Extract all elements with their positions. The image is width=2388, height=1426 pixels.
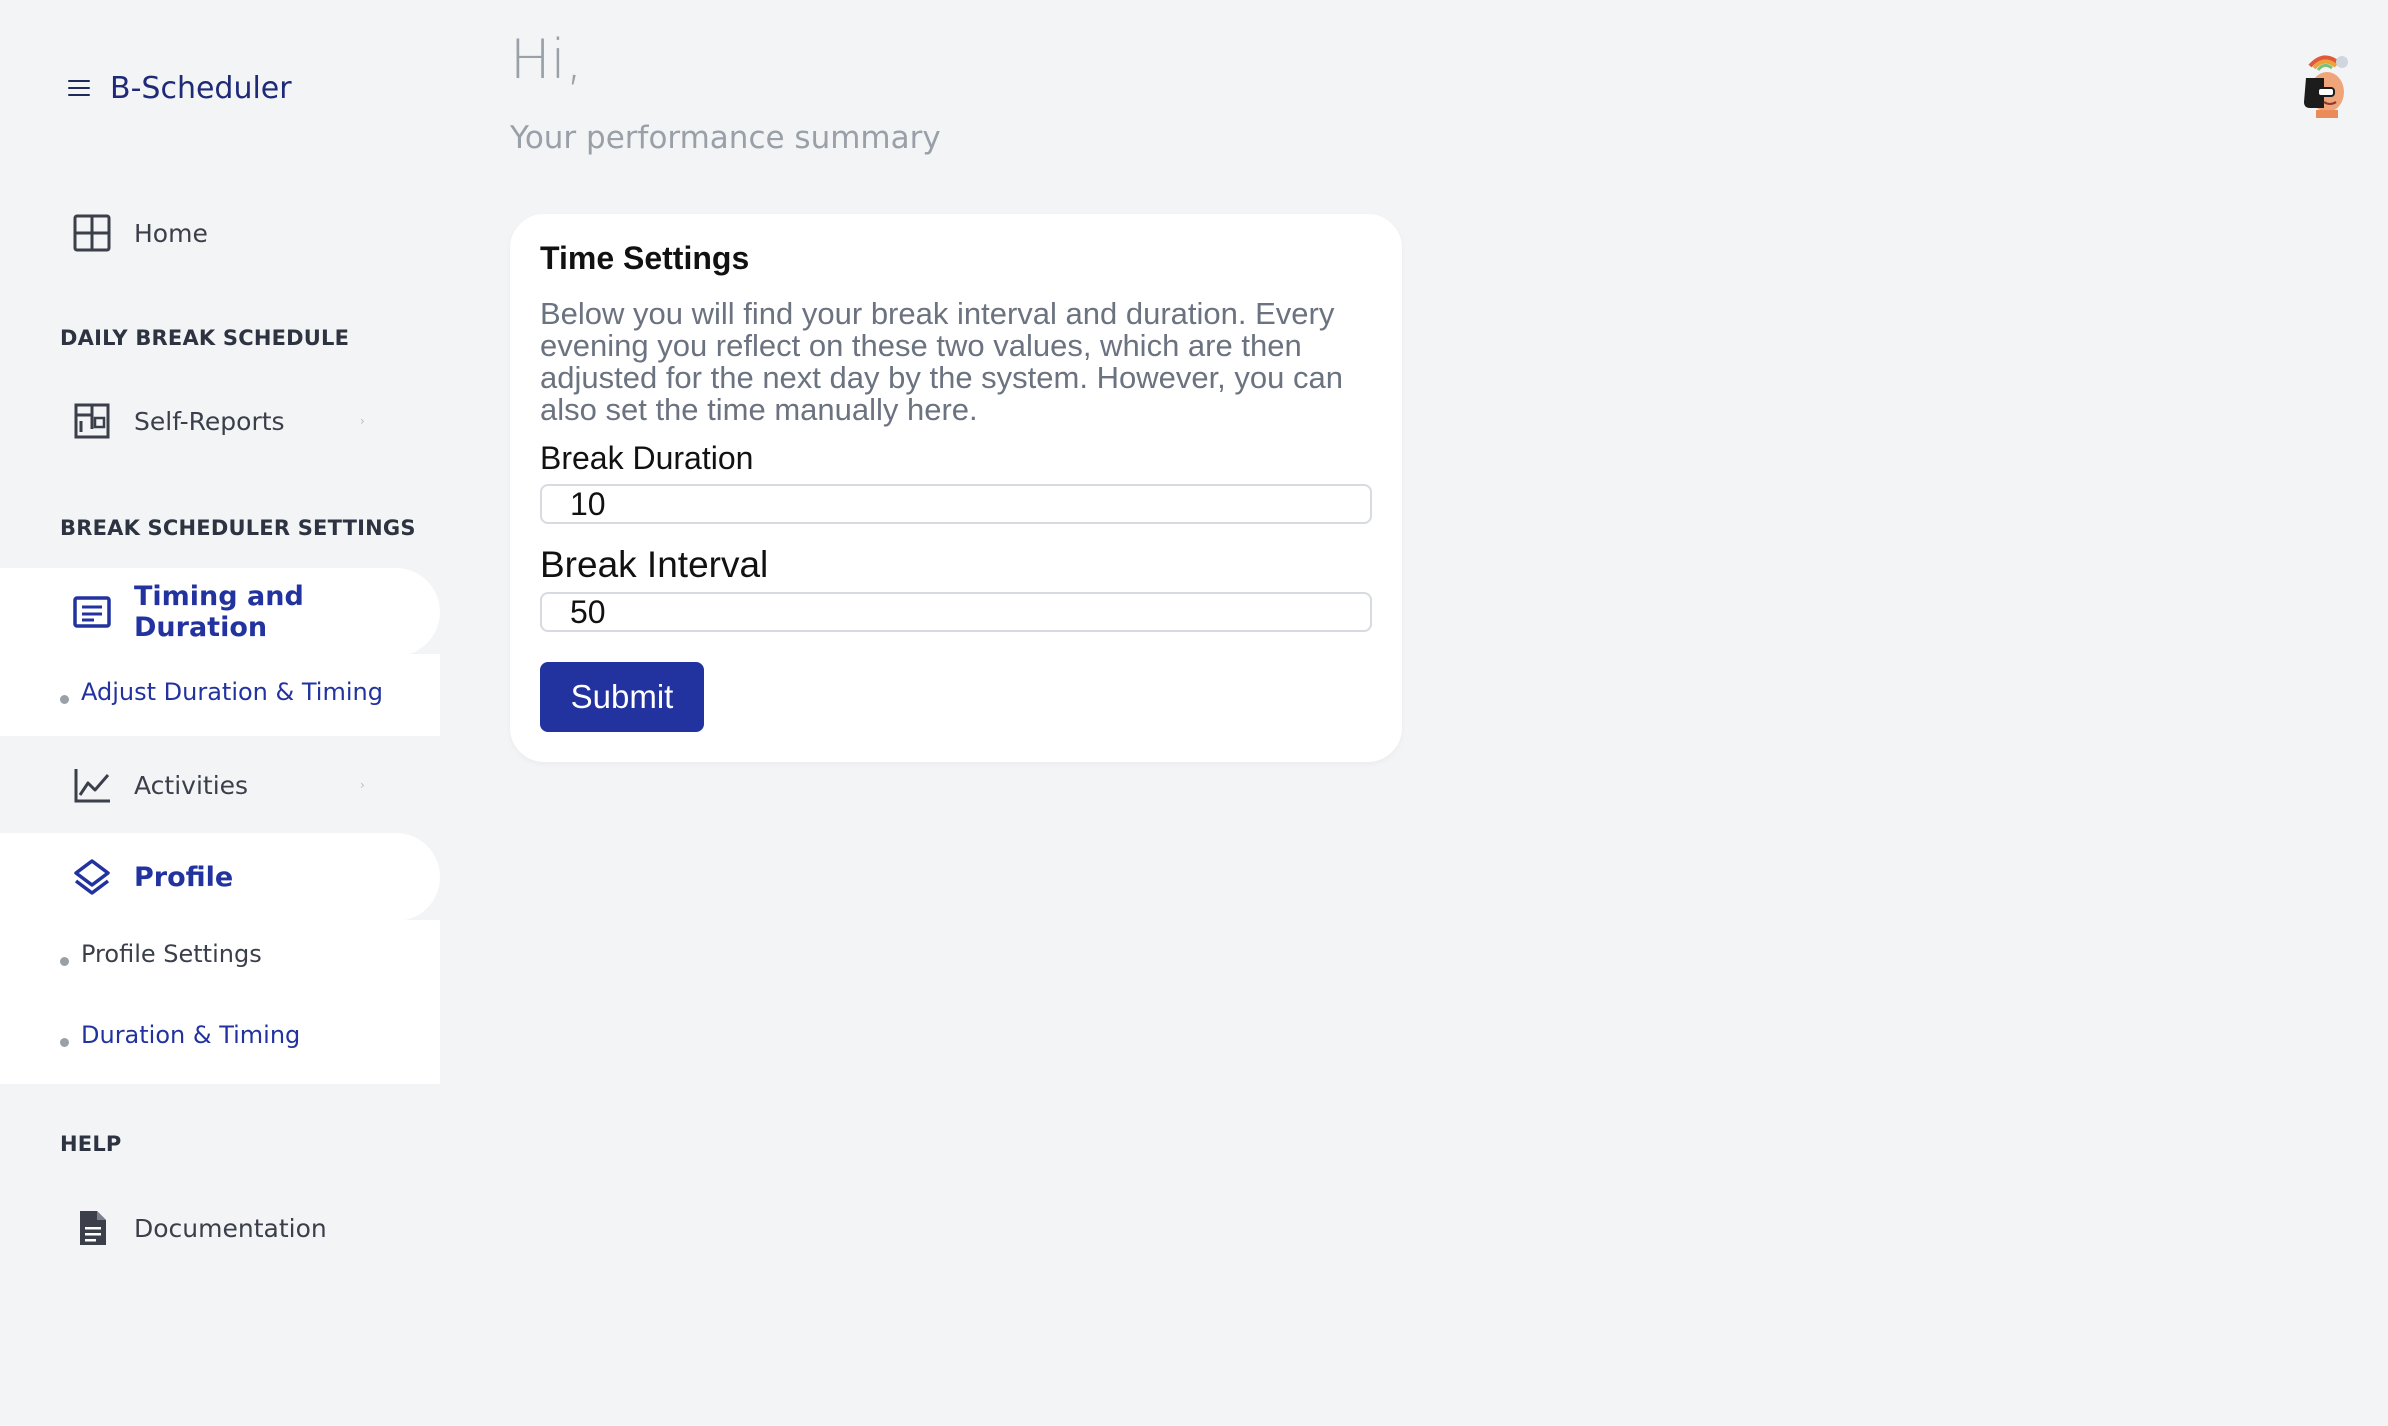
- sidebar-item-documentation[interactable]: Documentation: [0, 1185, 440, 1271]
- submit-button[interactable]: Submit: [540, 662, 704, 732]
- page-subtitle: Your performance summary: [510, 120, 941, 156]
- break-interval-input[interactable]: [540, 592, 1372, 632]
- sidebar-item-label: Activities: [134, 770, 249, 800]
- sidebar-item-label: Self-Reports: [134, 406, 285, 436]
- sidebar-item-label: Profile: [134, 861, 234, 893]
- submenu-timing: Adjust Duration & Timing: [0, 654, 440, 736]
- chevron-right-icon: ›: [360, 778, 365, 792]
- sidebar-item-label: Home: [134, 218, 208, 248]
- sidebar-item-home[interactable]: Home: [0, 190, 440, 276]
- sidebar-subitem-label: Adjust Duration & Timing: [81, 678, 383, 706]
- sidebar: B-Scheduler Home DAILY BREAK SCHEDULE Se…: [0, 0, 440, 1426]
- sidebar-item-label: Documentation: [134, 1213, 327, 1243]
- grid-icon: [72, 213, 112, 253]
- chevron-right-icon: ›: [360, 414, 365, 428]
- bullet-icon: [60, 694, 69, 704]
- sidebar-subitem-profile-settings[interactable]: Profile Settings: [0, 924, 440, 984]
- brand: B-Scheduler: [68, 66, 292, 110]
- card-title: Time Settings: [540, 240, 750, 276]
- submenu-profile: Profile Settings Duration & Timing: [0, 920, 440, 1084]
- sidebar-subitem-duration-timing[interactable]: Duration & Timing: [0, 1005, 440, 1065]
- page-greeting: Hi,: [510, 28, 583, 91]
- sidebar-item-profile[interactable]: Profile: [0, 833, 440, 921]
- sidebar-subitem-adjust-duration-timing[interactable]: Adjust Duration & Timing: [0, 662, 440, 722]
- card-description: Below you will find your break interval …: [540, 296, 1343, 427]
- sidebar-item-activities[interactable]: Activities ›: [0, 742, 440, 828]
- document-icon: [72, 1208, 112, 1248]
- app-root: B-Scheduler Home DAILY BREAK SCHEDULE Se…: [0, 0, 2388, 1426]
- sidebar-subitem-label: Duration & Timing: [81, 1021, 301, 1049]
- section-break-scheduler-settings: BREAK SCHEDULER SETTINGS: [60, 516, 416, 540]
- dashboard-icon: [72, 401, 112, 441]
- break-interval-label: Break Interval: [540, 544, 769, 585]
- time-settings-card: Time Settings Below you will find your b…: [510, 214, 1402, 762]
- avatar-image[interactable]: [2294, 52, 2354, 118]
- break-duration-label: Break Duration: [540, 440, 754, 476]
- section-daily-break-schedule: DAILY BREAK SCHEDULE: [60, 326, 350, 350]
- list-icon: [72, 592, 112, 632]
- sidebar-item-self-reports[interactable]: Self-Reports ›: [0, 378, 440, 464]
- break-duration-input[interactable]: [540, 484, 1372, 524]
- chart-icon: [72, 765, 112, 805]
- menu-icon[interactable]: [68, 80, 90, 96]
- bullet-icon: [60, 956, 69, 966]
- app-title: B-Scheduler: [110, 70, 292, 106]
- sidebar-item-label: Timing and Duration: [134, 581, 304, 643]
- section-help: HELP: [60, 1132, 122, 1156]
- layers-icon: [72, 857, 112, 897]
- bullet-icon: [60, 1037, 69, 1047]
- sidebar-item-timing-and-duration[interactable]: Timing and Duration: [0, 568, 440, 656]
- sidebar-subitem-label: Profile Settings: [81, 940, 262, 968]
